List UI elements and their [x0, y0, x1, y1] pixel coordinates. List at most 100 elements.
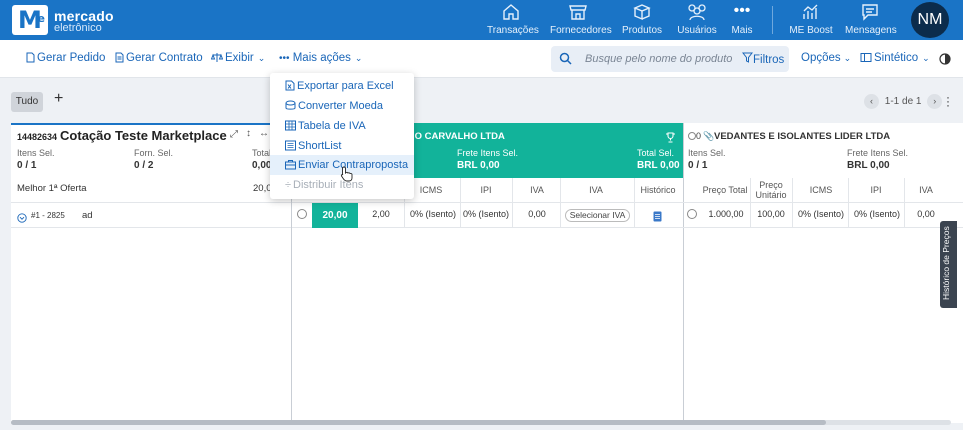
- best-offer-value: 20,0: [253, 183, 272, 194]
- sort-vertical-icon[interactable]: ↕: [246, 128, 251, 139]
- chevron-down-icon[interactable]: [17, 210, 27, 228]
- logo-sup: e: [37, 12, 45, 25]
- nav-produtos[interactable]: Produtos: [621, 0, 663, 40]
- itens-sel-value: 0 / 1: [17, 160, 37, 171]
- col-iva: IVA: [919, 185, 933, 195]
- pager-text: 1-1 de 1: [884, 96, 922, 108]
- quote-title: 14482634 Cotação Teste Marketplace: [17, 128, 227, 143]
- contrast-icon[interactable]: [939, 52, 951, 70]
- select-radio[interactable]: [297, 209, 307, 219]
- radio-icon[interactable]: [688, 132, 696, 140]
- exibir-dropdown[interactable]: Exibir ⌄: [210, 52, 266, 64]
- users-icon: [676, 2, 718, 24]
- menu-item-exportar-excel[interactable]: Exportar para Excel: [285, 80, 394, 92]
- item-name: ad: [82, 210, 93, 221]
- chevron-down-icon: ⌄: [354, 53, 363, 63]
- scale-icon: [210, 53, 224, 62]
- opcoes-dropdown[interactable]: Opções ⌄: [801, 52, 851, 64]
- frete-value: BRL 0,00: [457, 160, 500, 171]
- price-history-label: Histórico de Preços: [941, 226, 951, 300]
- nav-mais[interactable]: ••• Mais: [727, 0, 757, 40]
- message-icon: [845, 2, 895, 24]
- store-icon: [550, 2, 606, 24]
- supplier-count: 0: [696, 131, 702, 141]
- col-icms: ICMS: [419, 185, 443, 195]
- table-icon: [285, 120, 296, 131]
- nav-mensagens[interactable]: Mensagens: [845, 0, 897, 40]
- tabs-bar: [0, 79, 963, 119]
- search-placeholder: Busque pelo nome do produto: [585, 53, 733, 65]
- mais-acoes-dropdown[interactable]: ••• Mais ações ⌄: [279, 52, 362, 64]
- frete-label: Frete Itens Sel.: [847, 148, 909, 158]
- col-iva-select: IVA: [589, 185, 603, 195]
- quote-name: Cotação Teste Marketplace: [60, 128, 227, 143]
- iva-select-button[interactable]: Selecionar IVA: [565, 209, 630, 222]
- button-label: Filtros: [753, 54, 785, 66]
- next-page-button[interactable]: ›: [927, 94, 943, 109]
- add-tab-button[interactable]: +: [54, 90, 63, 108]
- chevron-down-icon: ⌄: [922, 53, 930, 63]
- chevron-down-icon: ⌄: [257, 53, 266, 63]
- menu-label: Converter Moeda: [298, 100, 383, 112]
- item-code: #1 - 2825: [31, 211, 65, 220]
- attachment-icon: 📎: [703, 131, 715, 141]
- menu-item-shortlist[interactable]: ShortList: [285, 140, 341, 152]
- resize-horizontal-icon[interactable]: ↔: [259, 128, 269, 139]
- menu-item-tabela-iva[interactable]: Tabela de IVA: [285, 120, 366, 132]
- itens-sel-label: Itens Sel.: [17, 148, 55, 158]
- prev-page-button[interactable]: ‹: [864, 94, 879, 109]
- nav-divider: [772, 6, 773, 34]
- select-radio[interactable]: [687, 209, 697, 219]
- total-value: 0,00: [252, 160, 272, 171]
- itens-sel-label: Itens Sel.: [688, 148, 726, 158]
- col-iva: IVA: [530, 185, 544, 195]
- nav-transacoes[interactable]: Transações: [487, 0, 539, 40]
- history-doc-icon[interactable]: [653, 209, 662, 227]
- trophy-icon: [665, 130, 676, 148]
- total-sel-value: BRL 0,00: [637, 160, 680, 171]
- nav-me-boost[interactable]: ME Boost: [787, 0, 835, 40]
- box-icon: [621, 2, 663, 24]
- button-label: Gerar Contrato: [126, 52, 203, 64]
- expand-icon[interactable]: ⤢: [230, 129, 238, 140]
- best-price-cell[interactable]: 20,00: [312, 203, 358, 228]
- col-preco-unitario: Preço Unitário: [755, 180, 787, 200]
- menu-label: Tabela de IVA: [298, 120, 366, 132]
- supplier-name: VEDANTES E ISOLANTES LIDER LTDA: [714, 131, 891, 142]
- itens-sel-value: 0 / 1: [688, 160, 708, 171]
- nav-label: ME Boost: [789, 25, 833, 36]
- coins-icon: [285, 100, 296, 110]
- col-ipi: IPI: [870, 185, 882, 195]
- col-ipi: IPI: [480, 185, 492, 195]
- nav-label: Usuários: [677, 25, 717, 36]
- list-icon: [285, 140, 296, 151]
- scrollbar-thumb[interactable]: [11, 420, 826, 425]
- forn-sel-label: Forn. Sel.: [134, 148, 174, 158]
- unit-price-cell: 100,00: [757, 209, 785, 219]
- iva-cell: 0,00: [917, 209, 935, 219]
- menu-item-converter-moeda[interactable]: Converter Moeda: [285, 100, 383, 112]
- best-offer-label: Melhor 1ª Oferta: [17, 183, 87, 194]
- tab-tudo[interactable]: Tudo: [11, 92, 43, 112]
- brand-logo[interactable]: Me: [12, 5, 48, 35]
- gerar-contrato-button[interactable]: Gerar Contrato: [115, 52, 203, 64]
- col-icms: ICMS: [809, 185, 833, 195]
- supplier-name: IO CARVALHO LTDA: [412, 131, 505, 142]
- nav-fornecedores[interactable]: Fornecedores: [550, 0, 612, 40]
- gerar-pedido-button[interactable]: Gerar Pedido: [26, 52, 105, 64]
- unit-price-cell: 2,00: [372, 209, 390, 219]
- user-avatar[interactable]: NM: [911, 2, 949, 38]
- nav-label: Fornecedores: [550, 25, 612, 36]
- supplier-badges: 0 📎: [688, 131, 716, 142]
- search-icon: [559, 52, 572, 70]
- ipi-cell: 0% (Isento): [462, 209, 510, 219]
- filter-icon: [741, 52, 754, 63]
- sintetico-dropdown[interactable]: Sintético ⌄: [860, 52, 930, 64]
- nav-usuarios[interactable]: Usuários: [676, 0, 718, 40]
- kebab-menu-icon[interactable]: · · ·: [946, 91, 950, 111]
- button-label: Gerar Pedido: [37, 52, 106, 64]
- more-icon: •••: [279, 53, 290, 64]
- filtros-button[interactable]: Filtros: [741, 52, 785, 66]
- menu-label: Exportar para Excel: [297, 80, 394, 92]
- icms-cell: 0% (Isento): [409, 209, 457, 219]
